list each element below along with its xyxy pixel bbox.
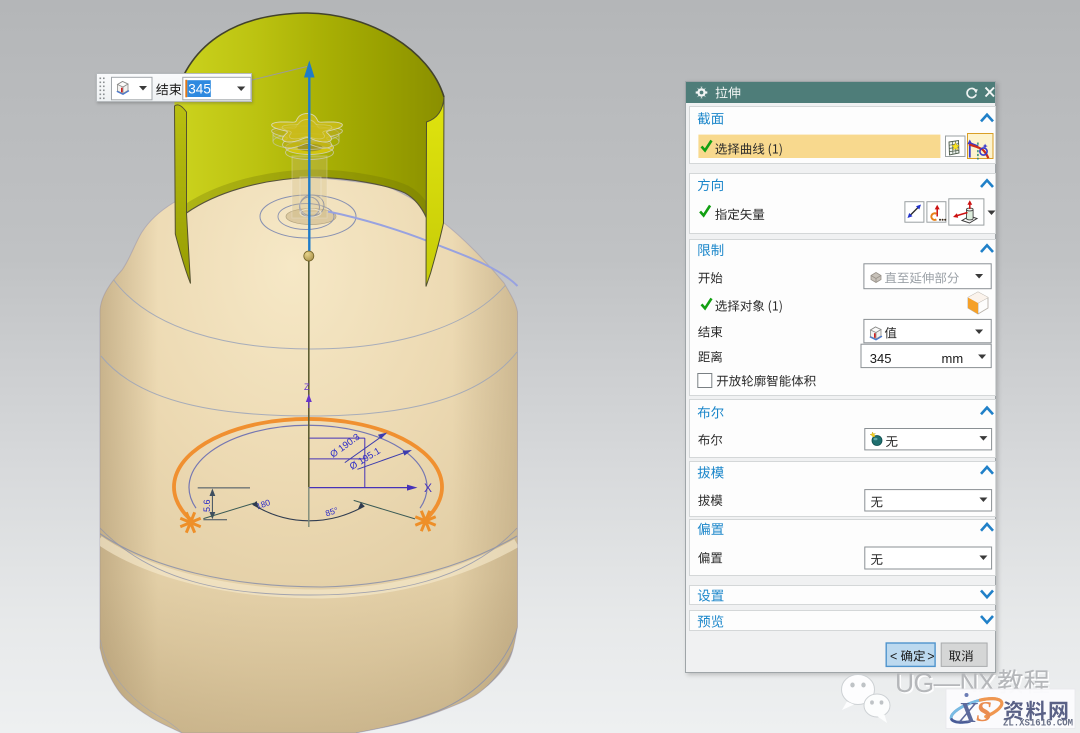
svg-text:X: X — [424, 481, 432, 495]
svg-text:ZL.XS1616.COM: ZL.XS1616.COM — [1003, 719, 1073, 730]
svg-text:Z: Z — [304, 382, 310, 392]
svg-text:345: 345 — [869, 351, 891, 366]
svg-text:S: S — [976, 696, 992, 728]
svg-text:X: X — [957, 697, 978, 729]
svg-text:5.6: 5.6 — [202, 499, 212, 512]
svg-text:mm: mm — [941, 351, 963, 366]
